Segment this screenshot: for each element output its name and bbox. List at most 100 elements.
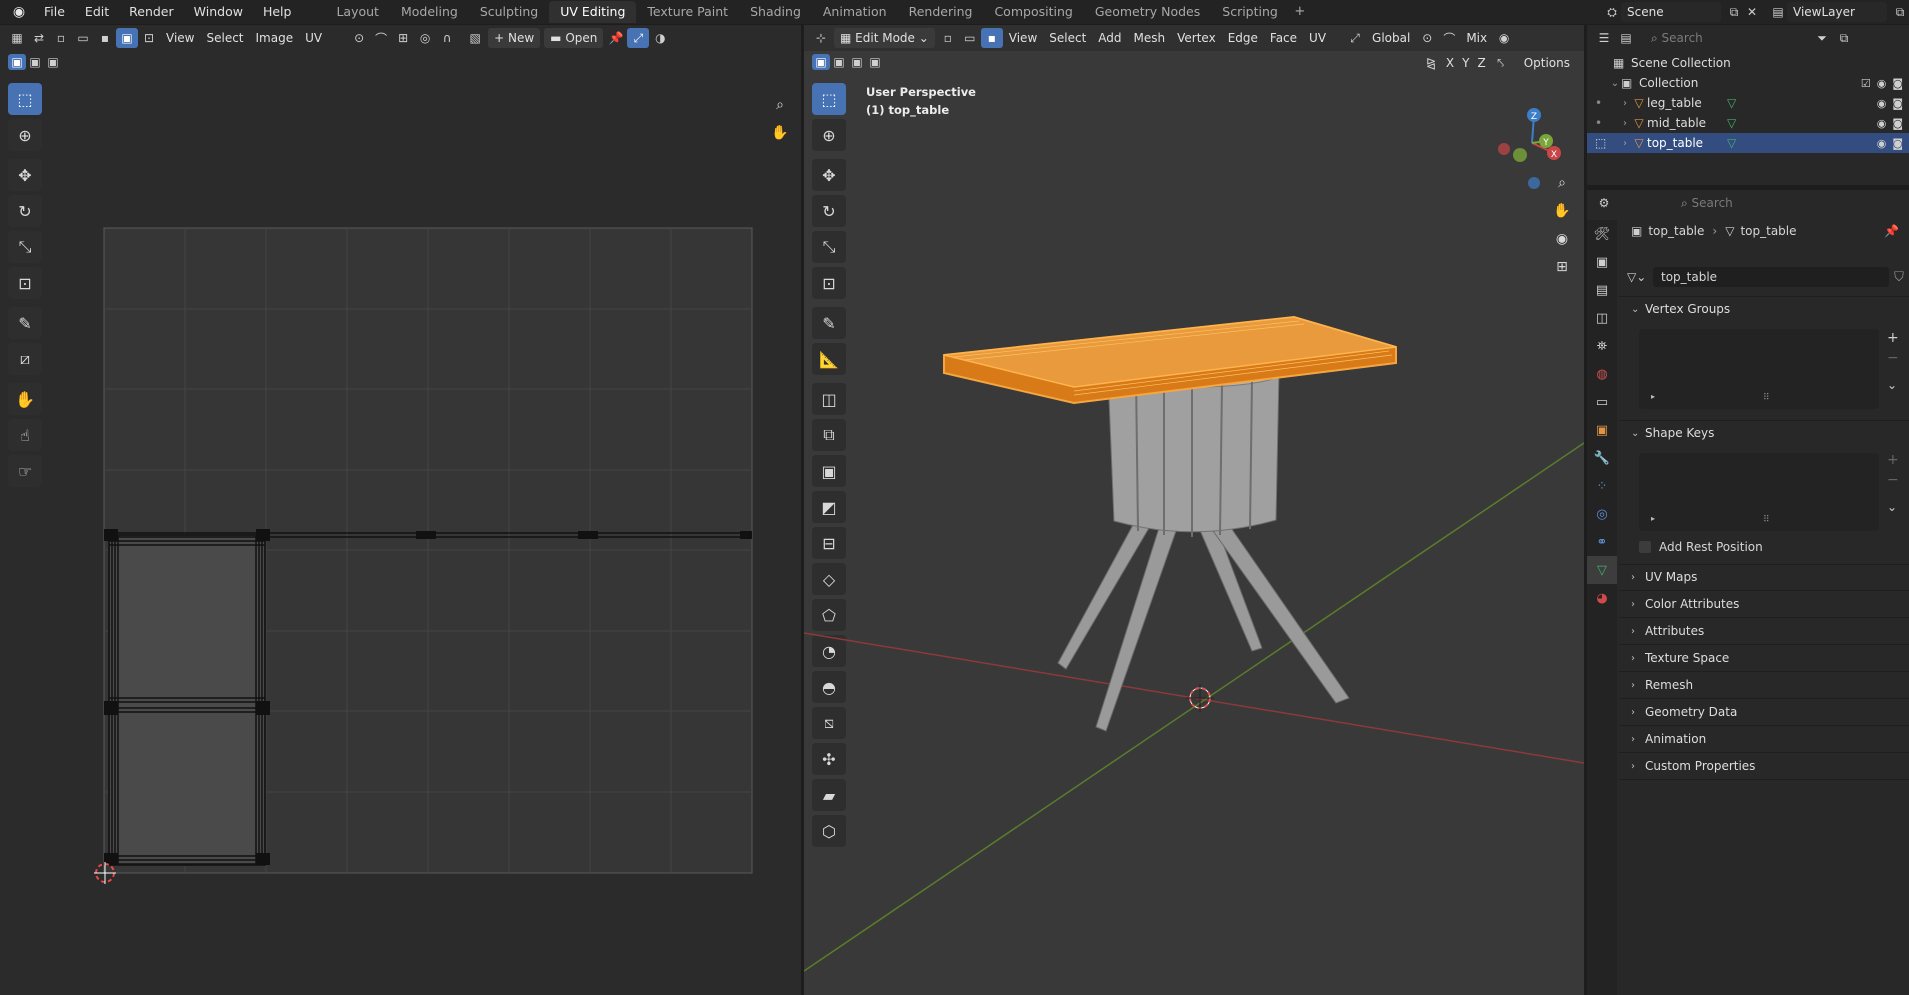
viewport-scene[interactable]: Z X Y (804, 73, 1584, 995)
tab-animation[interactable]: Animation (812, 1, 898, 23)
remove-vertex-group-button[interactable]: − (1887, 350, 1899, 366)
editor-type-3d-icon[interactable]: ⊹ (810, 28, 832, 48)
chevron-right-icon[interactable]: › (1619, 118, 1631, 129)
panel-shape-keys[interactable]: ⌄ Shape Keys (1631, 422, 1901, 444)
new-image-button[interactable]: + New (488, 28, 541, 48)
pin-icon[interactable]: 📌 (1884, 224, 1899, 238)
uv-menu-view[interactable]: View (160, 28, 200, 48)
mirror-y-toggle[interactable]: Y (1458, 53, 1473, 73)
panel-attributes[interactable]: › Attributes (1631, 620, 1901, 642)
uv-menu-uv[interactable]: UV (299, 28, 328, 48)
scene-collection-row[interactable]: ▦ Scene Collection (1587, 53, 1909, 73)
tab-layout[interactable]: Layout (325, 1, 390, 23)
camera-view-icon[interactable]: ◉ (1550, 227, 1574, 251)
uv-menu-select[interactable]: Select (200, 28, 249, 48)
eye-icon[interactable]: ◉ (1877, 117, 1887, 130)
list-expand-icon[interactable]: ▸ (1651, 514, 1655, 523)
tool-tab-icon[interactable]: 🛠 (1587, 220, 1617, 248)
vp-menu-edge[interactable]: Edge (1222, 28, 1264, 48)
outliner-item-leg-table[interactable]: • › ▽ leg_table ▽ ◉ ◙ (1587, 93, 1909, 113)
vp-menu-vertex[interactable]: Vertex (1171, 28, 1222, 48)
snap-mode-dropdown[interactable]: Mix (1460, 28, 1493, 48)
filter-icon[interactable]: ⏷ (1811, 28, 1833, 48)
view-layer-tab-icon[interactable]: ◫ (1587, 304, 1617, 332)
camera-icon[interactable]: ◙ (1892, 117, 1903, 130)
chevron-right-icon[interactable]: › (1619, 138, 1631, 149)
face-mode-icon[interactable]: ▪ (980, 28, 1003, 48)
camera-icon[interactable]: ◙ (1892, 97, 1903, 110)
panel-custom-properties[interactable]: › Custom Properties (1631, 755, 1901, 777)
add-shape-key-button[interactable]: + (1887, 452, 1899, 468)
select-subtract-icon[interactable]: ▣ (848, 54, 866, 70)
list-resize-grip-icon[interactable]: ⠿ (1763, 393, 1770, 403)
pin-icon[interactable]: 📌 (605, 28, 627, 48)
fake-user-shield-icon[interactable]: ⛉ (1889, 270, 1909, 285)
select-mode-set-icon[interactable]: ▣ (8, 54, 26, 70)
vp-menu-uv[interactable]: UV (1303, 28, 1332, 48)
tab-geometry-nodes[interactable]: Geometry Nodes (1084, 1, 1211, 23)
vp-menu-mesh[interactable]: Mesh (1128, 28, 1172, 48)
select-extend-icon[interactable]: ▣ (830, 54, 848, 70)
mirror-z-toggle[interactable]: Z (1473, 53, 1489, 73)
add-workspace-button[interactable]: + (1289, 1, 1311, 23)
scene-tab-icon[interactable]: ⛯ (1587, 332, 1617, 360)
panel-geometry-data[interactable]: › Geometry Data (1631, 701, 1901, 723)
panel-uv-maps[interactable]: › UV Maps (1631, 566, 1901, 588)
menu-help[interactable]: Help (253, 1, 302, 23)
snap-icon[interactable]: ⌒ (370, 28, 392, 48)
remove-shape-key-button[interactable]: − (1887, 472, 1899, 488)
add-rest-position-row[interactable]: Add Rest Position (1639, 540, 1763, 554)
gizmo-toggle-icon[interactable]: ⤢ (627, 28, 650, 48)
uv-canvas[interactable] (0, 73, 801, 995)
tab-sculpting[interactable]: Sculpting (469, 1, 549, 23)
tab-modeling[interactable]: Modeling (390, 1, 469, 23)
list-resize-grip-icon[interactable]: ⠿ (1763, 515, 1770, 525)
pan-view-icon[interactable]: ✋ (1550, 199, 1574, 223)
mesh-data-icon[interactable]: ▽ (1727, 96, 1736, 110)
blender-logo-icon[interactable]: ◉ (8, 1, 30, 23)
mesh-name-field[interactable]: top_table (1653, 267, 1889, 287)
edit-mode-dot-icon[interactable]: • (1595, 96, 1619, 110)
vp-menu-add[interactable]: Add (1092, 28, 1127, 48)
mesh-browse-icon[interactable]: ▽⌄ (1627, 270, 1653, 284)
chevron-down-icon[interactable]: ⌄ (1609, 78, 1621, 89)
view-layer-icon[interactable]: ▤ (1769, 3, 1787, 21)
delete-scene-icon[interactable]: ✕ (1743, 3, 1761, 21)
panel-remesh[interactable]: › Remesh (1631, 674, 1901, 696)
mesh-data-tab-icon[interactable]: ▽ (1587, 556, 1617, 584)
mode-dropdown[interactable]: ▦ Edit Mode ⌄ (834, 28, 935, 48)
vp-menu-select[interactable]: Select (1043, 28, 1092, 48)
vertex-mode-icon[interactable]: ▫ (937, 28, 959, 48)
collection-row[interactable]: ⌄ ▣ Collection ☑ ◉ ◙ (1587, 73, 1909, 93)
options-dropdown[interactable]: Options (1518, 53, 1576, 73)
new-view-layer-icon[interactable]: ⧉ (1891, 3, 1909, 21)
eye-icon[interactable]: ◉ (1877, 137, 1887, 150)
tab-uv-editing[interactable]: UV Editing (549, 1, 637, 23)
edge-mode-icon[interactable]: ▭ (959, 28, 981, 48)
3d-cursor-icon[interactable] (1186, 684, 1214, 712)
output-tab-icon[interactable]: ▤ (1587, 276, 1617, 304)
proportional-edit-icon[interactable]: ◎ (414, 28, 436, 48)
tab-compositing[interactable]: Compositing (983, 1, 1083, 23)
selected-table-top[interactable] (943, 315, 1397, 405)
orientation-icon[interactable]: ⤢ (1344, 28, 1366, 48)
proportional-editing-icon[interactable]: ◉ (1493, 28, 1515, 48)
panel-animation[interactable]: › Animation (1631, 728, 1901, 750)
panel-vertex-groups[interactable]: ⌄ Vertex Groups (1631, 298, 1901, 320)
new-scene-icon[interactable]: ⧉ (1725, 3, 1743, 21)
mesh-data-icon[interactable]: ▽ (1727, 116, 1736, 130)
menu-edit[interactable]: Edit (75, 1, 119, 23)
camera-icon[interactable]: ◙ (1892, 137, 1903, 150)
material-tab-icon[interactable]: ◕ (1587, 584, 1617, 612)
vertex-select-icon[interactable]: ▫ (50, 28, 72, 48)
panel-color-attributes[interactable]: › Color Attributes (1631, 593, 1901, 615)
face-select-icon[interactable]: ▪ (94, 28, 116, 48)
tab-shading[interactable]: Shading (739, 1, 812, 23)
image-browse-icon[interactable]: ▧ (464, 28, 486, 48)
tab-scripting[interactable]: Scripting (1211, 1, 1289, 23)
select-mode-subtract-icon[interactable]: ▣ (44, 54, 62, 70)
display-mode-icon[interactable]: ▤ (1615, 28, 1637, 48)
sync-selection-icon[interactable]: ⇄ (28, 28, 50, 48)
outliner-item-mid-table[interactable]: • › ▽ mid_table ▽ ◉ ◙ (1587, 113, 1909, 133)
collection-tab-icon[interactable]: ▭ (1587, 388, 1617, 416)
